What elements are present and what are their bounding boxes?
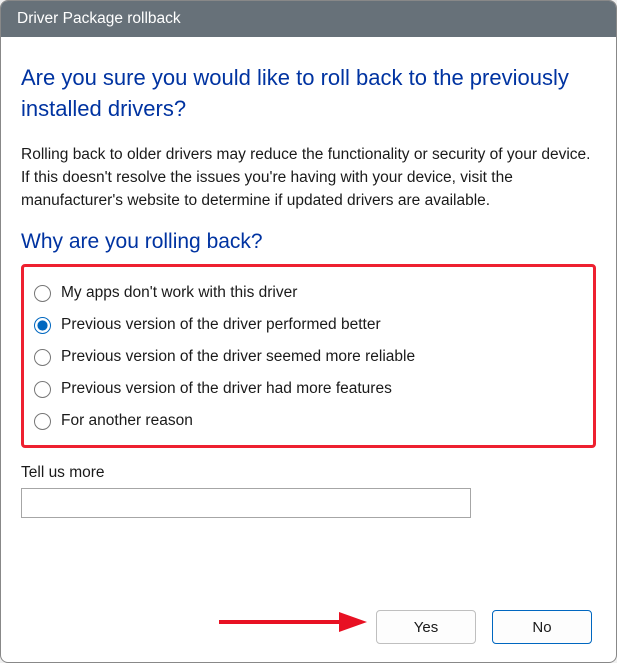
reason-option[interactable]: For another reason <box>34 405 583 437</box>
dialog-content: Are you sure you would like to roll back… <box>1 37 616 662</box>
reason-subheading: Why are you rolling back? <box>21 230 596 254</box>
reason-label: For another reason <box>61 412 193 430</box>
description-text: Rolling back to older drivers may reduce… <box>21 143 596 213</box>
window-title: Driver Package rollback <box>17 10 181 27</box>
reason-radio-2[interactable] <box>34 349 51 366</box>
tell-more-input[interactable] <box>21 488 471 518</box>
reason-option[interactable]: Previous version of the driver performed… <box>34 309 583 341</box>
reason-label: My apps don't work with this driver <box>61 284 297 302</box>
dialog-window: Driver Package rollback Are you sure you… <box>0 0 617 663</box>
titlebar[interactable]: Driver Package rollback <box>1 1 616 37</box>
yes-button[interactable]: Yes <box>376 610 476 644</box>
reason-highlight-box: My apps don't work with this driver Prev… <box>21 264 596 448</box>
main-heading: Are you sure you would like to roll back… <box>21 63 596 125</box>
reason-option[interactable]: My apps don't work with this driver <box>34 277 583 309</box>
reason-radio-4[interactable] <box>34 413 51 430</box>
reason-label: Previous version of the driver seemed mo… <box>61 348 415 366</box>
reason-option[interactable]: Previous version of the driver seemed mo… <box>34 341 583 373</box>
reason-label: Previous version of the driver had more … <box>61 380 392 398</box>
button-row: Yes No <box>21 586 596 644</box>
no-button[interactable]: No <box>492 610 592 644</box>
reason-radio-0[interactable] <box>34 285 51 302</box>
reason-option[interactable]: Previous version of the driver had more … <box>34 373 583 405</box>
reason-radio-3[interactable] <box>34 381 51 398</box>
reason-label: Previous version of the driver performed… <box>61 316 381 334</box>
reason-radio-1[interactable] <box>34 317 51 334</box>
annotation-arrow-icon <box>217 610 367 634</box>
tell-more-label: Tell us more <box>21 464 596 482</box>
